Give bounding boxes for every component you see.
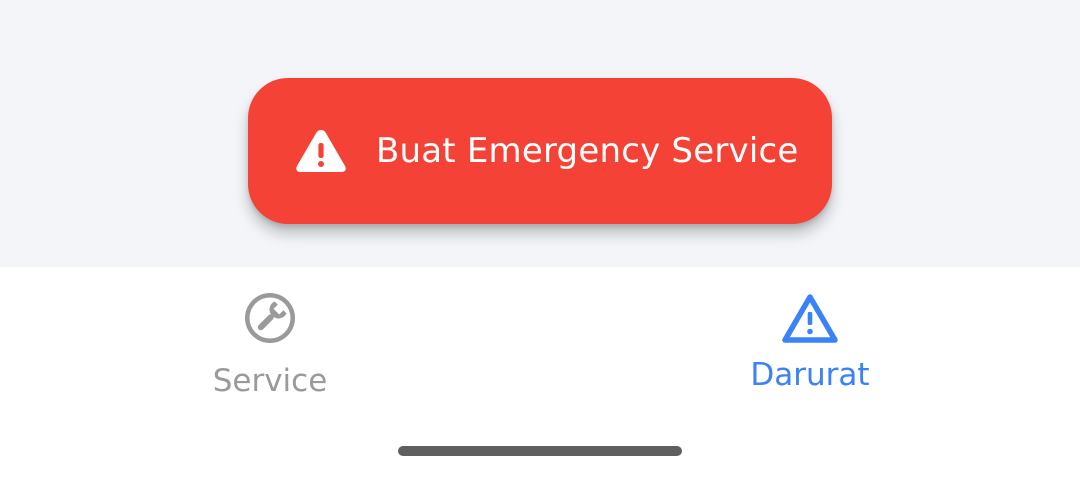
wrench-icon [241,289,299,347]
app-screen: Buat Emergency Service Service Darurat [0,0,1080,482]
nav-label-service: Service [212,363,328,399]
nav-tab-service[interactable]: Service [0,267,540,417]
nav-label-darurat: Darurat [750,357,870,393]
emergency-service-button[interactable]: Buat Emergency Service [248,78,832,224]
home-indicator[interactable] [398,446,682,456]
content-area: Buat Emergency Service [0,0,1080,267]
warning-triangle-outline-icon [781,289,839,347]
warning-triangle-icon [294,127,348,175]
emergency-service-label: Buat Emergency Service [376,131,799,171]
bottom-navigation: Service Darurat [0,267,1080,482]
nav-tab-darurat[interactable]: Darurat [540,267,1080,417]
